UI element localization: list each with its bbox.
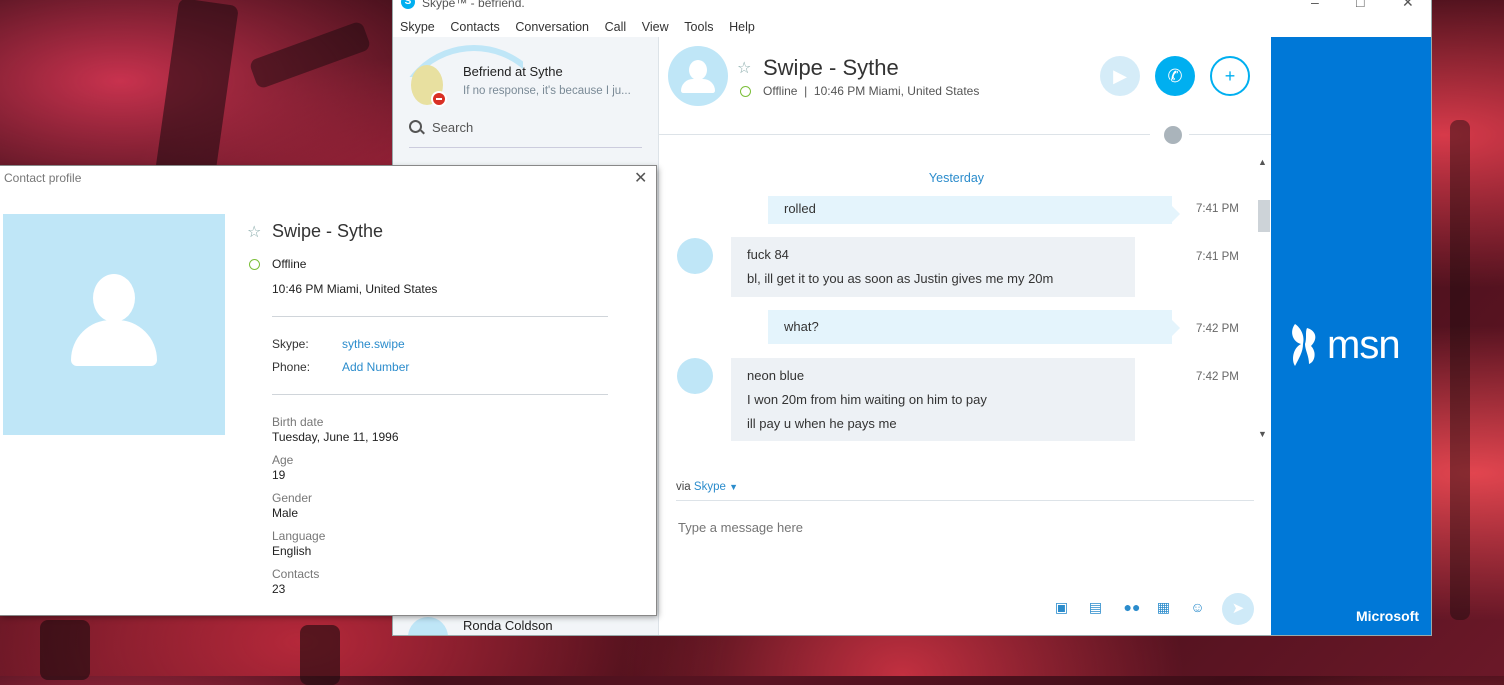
window-title: Skype™ - befriend. <box>422 0 525 10</box>
incoming-message[interactable]: fuck 84 bl, ill get it to you as soon as… <box>731 237 1135 297</box>
profile-photo <box>3 214 225 435</box>
msn-advertisement[interactable]: msn Microsoft <box>1271 37 1431 635</box>
do-not-disturb-icon <box>431 91 447 107</box>
search-input[interactable]: Search <box>432 120 473 135</box>
profile-divider <box>272 316 608 317</box>
header-divider <box>659 134 1150 135</box>
compose-divider <box>676 500 1254 501</box>
message-time: 7:42 PM <box>1196 323 1239 335</box>
profile-window-title: Contact profile <box>4 171 82 185</box>
close-icon[interactable]: ✕ <box>634 168 647 188</box>
search-icon <box>409 120 422 133</box>
video-message-icon[interactable]: ●● <box>1121 600 1143 614</box>
menu-call[interactable]: Call <box>605 17 627 37</box>
avatar-body <box>71 320 157 366</box>
language-label: Language <box>272 529 326 543</box>
favorite-star-icon[interactable]: ☆ <box>737 58 751 78</box>
title-bar: S Skype™ - befriend. – □ ✕ <box>393 0 1431 14</box>
sender-avatar <box>677 238 713 274</box>
avatar-head <box>93 274 135 322</box>
skype-label: Skype: <box>272 337 309 351</box>
emoticon-icon[interactable]: ☺ <box>1189 600 1206 614</box>
contact-name: Ronda Coldson <box>463 618 553 633</box>
my-display-name[interactable]: Befriend at Sythe <box>463 64 563 79</box>
birth-date-label: Birth date <box>272 415 324 429</box>
close-icon[interactable]: ✕ <box>1402 0 1414 11</box>
favorite-star-icon[interactable]: ☆ <box>247 222 261 242</box>
msn-logo: msn <box>1289 312 1401 368</box>
conversation-pane: ☆ Swipe - Sythe Offline | 10:46 PM Miami… <box>659 37 1271 635</box>
maximize-icon[interactable]: □ <box>1356 0 1364 10</box>
sender-avatar <box>677 358 713 394</box>
message-time: 7:41 PM <box>1196 251 1239 263</box>
offline-status-icon <box>249 259 260 270</box>
wallpaper-tree <box>40 620 90 680</box>
message-scrollbar[interactable]: ▲ ▼ <box>1256 157 1270 442</box>
video-call-button[interactable]: ▶ <box>1100 56 1140 96</box>
sidebar-divider <box>409 147 642 148</box>
send-button[interactable]: ➤ <box>1222 593 1254 625</box>
profile-local-time: 10:46 PM Miami, United States <box>272 282 438 296</box>
message-time: 7:42 PM <box>1196 371 1239 383</box>
menu-tools[interactable]: Tools <box>684 17 713 37</box>
gender-value: Male <box>272 506 299 520</box>
message-input[interactable] <box>676 519 1240 536</box>
contact-avatar[interactable] <box>668 46 728 106</box>
add-participant-button[interactable]: + <box>1210 56 1250 96</box>
scrollbar-thumb[interactable] <box>1258 200 1270 232</box>
age-label: Age <box>272 453 294 467</box>
contact-avatar <box>408 617 448 635</box>
age-value: 19 <box>272 468 286 482</box>
scroll-up-icon[interactable]: ▲ <box>1258 157 1267 167</box>
outgoing-message[interactable]: rolled <box>768 196 1180 224</box>
msn-butterfly-icon <box>1292 324 1316 366</box>
my-avatar[interactable] <box>411 65 447 107</box>
contacts-value: 23 <box>272 582 286 596</box>
menu-help[interactable]: Help <box>729 17 755 37</box>
microsoft-text: Microsoft <box>1356 608 1419 624</box>
contacts-label: Contacts <box>272 567 320 581</box>
contact-status: Offline | 10:46 PM Miami, United States <box>763 84 980 98</box>
phone-label: Phone: <box>272 360 311 374</box>
search-box[interactable]: Search <box>409 119 473 135</box>
profile-status: Offline <box>272 257 307 271</box>
conversation-contact-name[interactable]: Swipe - Sythe <box>763 55 899 81</box>
header-divider <box>1189 134 1271 135</box>
menu-contacts[interactable]: Contacts <box>450 17 499 37</box>
offline-status-icon <box>740 86 751 97</box>
gender-label: Gender <box>272 491 313 505</box>
menu-bar: Skype Contacts Conversation Call View To… <box>393 17 1431 37</box>
send-image-icon[interactable]: ▣ <box>1053 600 1070 614</box>
wallpaper-tree <box>248 20 372 90</box>
profile-divider <box>272 394 608 395</box>
minimize-icon[interactable]: – <box>1311 0 1319 10</box>
add-number-link[interactable]: Add Number <box>342 360 409 374</box>
my-mood-message[interactable]: If no response, it's because I ju... <box>463 85 643 97</box>
wallpaper-tree <box>1450 120 1470 620</box>
profile-name: Swipe - Sythe <box>272 221 384 241</box>
incoming-message[interactable]: neon blue I won 20m from him waiting on … <box>731 358 1135 441</box>
msn-brand-text: msn <box>1327 323 1401 367</box>
scroll-down-icon[interactable]: ▼ <box>1258 429 1267 439</box>
message-time: 7:41 PM <box>1196 203 1239 215</box>
via-selector[interactable]: via Skype ▼ <box>676 481 738 493</box>
menu-conversation[interactable]: Conversation <box>515 17 589 37</box>
send-file-icon[interactable]: ▤ <box>1087 600 1104 614</box>
menu-view[interactable]: View <box>642 17 669 37</box>
send-contact-icon[interactable]: ▦ <box>1155 600 1172 614</box>
birth-date-value: Tuesday, June 11, 1996 <box>272 430 399 444</box>
menu-skype[interactable]: Skype <box>400 17 435 37</box>
outgoing-message[interactable]: what? <box>768 310 1180 344</box>
language-value: English <box>272 544 312 558</box>
globe-icon[interactable] <box>1164 126 1182 144</box>
skype-id-link[interactable]: sythe.swipe <box>342 337 405 351</box>
wallpaper-tree <box>300 625 340 685</box>
audio-call-button[interactable]: ✆ <box>1155 56 1195 96</box>
message-history: Yesterday rolled 7:41 PM fuck 84 bl, ill… <box>659 152 1257 442</box>
chevron-down-icon: ▼ <box>729 482 738 492</box>
contact-profile-window: Contact profile ✕ ☆ Swipe - Sythe Offlin… <box>0 166 656 615</box>
skype-logo-icon: S <box>401 0 415 9</box>
day-separator: Yesterday <box>928 171 985 185</box>
